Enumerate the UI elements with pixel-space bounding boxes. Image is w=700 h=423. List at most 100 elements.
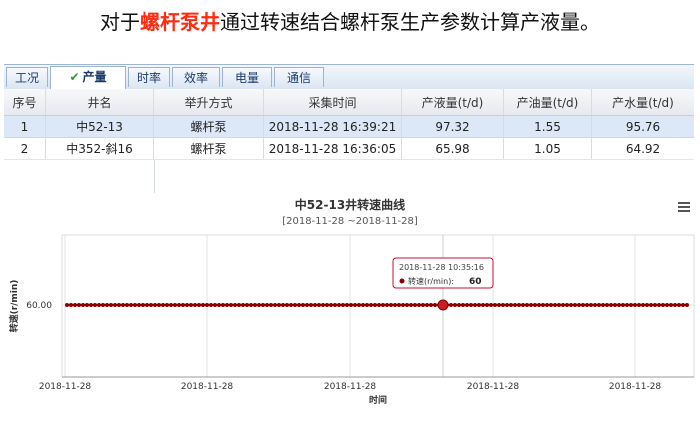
data-point — [193, 303, 197, 307]
row-index: 1 — [4, 116, 46, 137]
data-point — [677, 303, 681, 307]
data-point — [145, 303, 149, 307]
row-index: 2 — [4, 138, 46, 159]
data-point — [325, 303, 329, 307]
data-point — [65, 303, 69, 307]
column-header[interactable]: 举升方式 — [154, 89, 264, 115]
tab-electricity[interactable]: 电量 — [222, 67, 272, 87]
data-point — [581, 303, 585, 307]
data-point — [157, 303, 161, 307]
data-point — [481, 303, 485, 307]
data-point — [93, 303, 97, 307]
data-point — [369, 303, 373, 307]
x-tick-label: 2018-11-28 — [181, 382, 234, 392]
data-point — [625, 303, 629, 307]
data-point — [225, 303, 229, 307]
data-point — [233, 303, 237, 307]
data-point — [317, 303, 321, 307]
data-point — [313, 303, 317, 307]
data-point — [641, 303, 645, 307]
data-point — [473, 303, 477, 307]
data-point — [469, 303, 473, 307]
data-point — [129, 303, 133, 307]
data-point — [321, 303, 325, 307]
tab-communication[interactable]: 通信 — [274, 67, 324, 87]
tooltip-time: 2018-11-28 10:35:16 — [399, 263, 484, 272]
data-point — [673, 303, 677, 307]
table-header: 序号 井名 举升方式 采集时间 产液量(t/d) 产油量(t/d) 产水量(t/… — [4, 89, 694, 116]
x-tick-label: 2018-11-28 — [39, 382, 92, 392]
oil-output: 1.55 — [504, 116, 592, 137]
well-name: 中52-13 — [46, 116, 154, 137]
data-point — [585, 303, 589, 307]
column-header[interactable]: 产油量(t/d) — [504, 89, 592, 115]
data-point — [685, 303, 689, 307]
tab-efficiency[interactable]: 效率 — [172, 67, 220, 87]
tab-label: 效率 — [183, 71, 208, 85]
data-point — [637, 303, 641, 307]
data-point — [645, 303, 649, 307]
data-point — [569, 303, 573, 307]
table-row[interactable]: 2 中352-斜16 螺杆泵 2018-11-28 16:36:05 65.98… — [4, 138, 694, 160]
data-point — [653, 303, 657, 307]
data-point — [681, 303, 685, 307]
data-point — [85, 303, 89, 307]
column-header[interactable]: 产水量(t/d) — [592, 89, 694, 115]
data-point — [181, 303, 185, 307]
table-empty-area — [4, 160, 155, 193]
hamburger-menu-icon[interactable] — [674, 199, 694, 217]
heading-prefix: 对于 — [100, 10, 140, 34]
data-point — [213, 303, 217, 307]
data-point — [421, 303, 425, 307]
column-header[interactable]: 井名 — [46, 89, 154, 115]
tab-production[interactable]: ✔ 产量 — [50, 66, 126, 89]
tab-label: 时率 — [136, 71, 161, 85]
data-point — [401, 303, 405, 307]
x-tick-label: 2018-11-28 — [324, 382, 377, 392]
data-point — [457, 303, 461, 307]
data-point — [529, 303, 533, 307]
table-row[interactable]: 1 中52-13 螺杆泵 2018-11-28 16:39:21 97.32 1… — [4, 116, 694, 138]
data-point — [593, 303, 597, 307]
tooltip: 2018-11-28 10:35:16 转速(r/min): 60 — [392, 257, 494, 289]
data-point — [553, 303, 557, 307]
data-point — [477, 303, 481, 307]
data-point — [185, 303, 189, 307]
data-point — [649, 303, 653, 307]
data-point — [577, 303, 581, 307]
x-tick-label: 2018-11-28 — [609, 382, 662, 392]
tab-time-rate[interactable]: 时率 — [128, 67, 170, 87]
data-point — [245, 303, 249, 307]
data-point — [109, 303, 113, 307]
data-point — [657, 303, 661, 307]
column-header[interactable]: 序号 — [4, 89, 46, 115]
data-point — [365, 303, 369, 307]
column-header[interactable]: 产液量(t/d) — [402, 89, 504, 115]
data-point — [337, 303, 341, 307]
data-point — [173, 303, 177, 307]
data-point — [301, 303, 305, 307]
data-point — [69, 303, 73, 307]
tooltip-value: 60 — [469, 277, 482, 287]
data-point — [273, 303, 277, 307]
data-point — [525, 303, 529, 307]
chart-svg: 中52-13井转速曲线 [2018-11-28 ~2018-11-28] 60.… — [8, 197, 695, 406]
data-point — [617, 303, 621, 307]
liquid-output: 65.98 — [402, 138, 504, 159]
speed-chart: 中52-13井转速曲线 [2018-11-28 ~2018-11-28] 60.… — [0, 193, 700, 419]
collect-time: 2018-11-28 16:39:21 — [264, 116, 402, 137]
data-point — [189, 303, 193, 307]
data-point — [121, 303, 125, 307]
data-point — [141, 303, 145, 307]
tab-label: 通信 — [286, 71, 311, 85]
x-axis-label: 时间 — [369, 394, 387, 406]
data-point — [485, 303, 489, 307]
data-point — [465, 303, 469, 307]
column-header[interactable]: 采集时间 — [264, 89, 402, 115]
data-point — [449, 303, 453, 307]
highlighted-point — [437, 299, 449, 311]
data-point — [73, 303, 77, 307]
data-point — [333, 303, 337, 307]
tab-working-condition[interactable]: 工况 — [6, 67, 48, 87]
data-point — [341, 303, 345, 307]
